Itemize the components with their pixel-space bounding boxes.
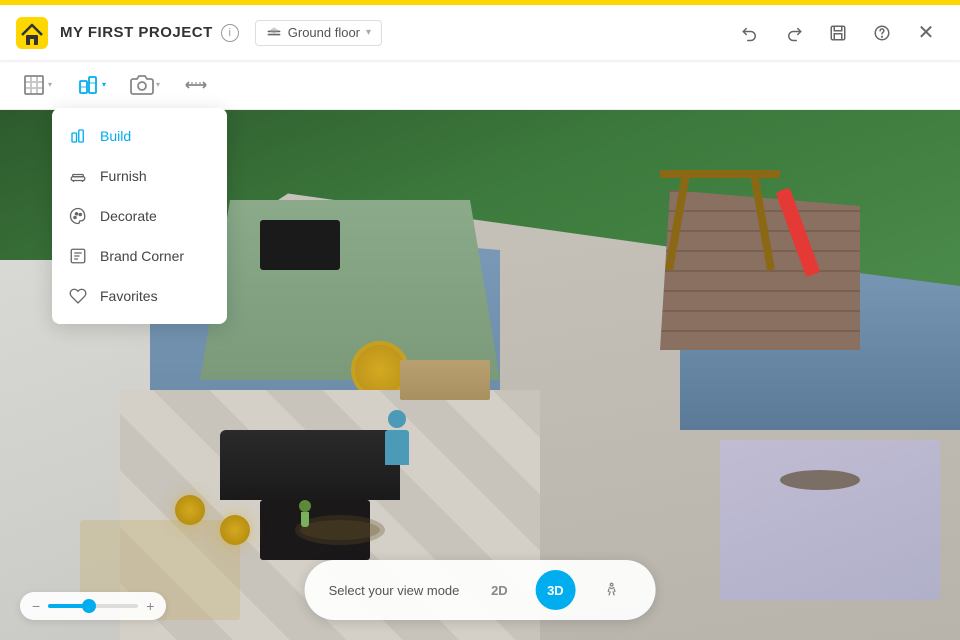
toolbar: ▾ ▾ ▾ (0, 60, 960, 110)
menu-furnish-label: Furnish (100, 168, 147, 184)
floor-selector[interactable]: Ground floor ▾ (255, 20, 382, 46)
toolbar-camera[interactable]: ▾ (120, 67, 170, 103)
build-icon (68, 126, 88, 146)
favorites-icon (68, 286, 88, 306)
floorplan-chevron: ▾ (48, 80, 52, 89)
sofa (220, 430, 400, 500)
menu-favorites-label: Favorites (100, 288, 158, 304)
zoom-out-icon[interactable]: − (32, 598, 40, 614)
back-wall-center (200, 200, 500, 380)
app-logo (16, 17, 48, 49)
menu-item-furnish[interactable]: Furnish (52, 156, 227, 196)
tv-screen (260, 220, 340, 270)
zoom-in-icon[interactable]: + (146, 598, 154, 614)
view-mode-bar: Select your view mode 2D 3D (305, 560, 656, 620)
build-chevron: ▾ (102, 80, 106, 89)
view-walk-button[interactable] (591, 570, 631, 610)
header: MY FIRST PROJECT i Ground floor ▾ (0, 5, 960, 60)
pendant-light-1 (175, 495, 205, 525)
menu-item-decorate[interactable]: Decorate (52, 196, 227, 236)
view-mode-label: Select your view mode (329, 583, 460, 598)
menu-build-label: Build (100, 128, 131, 144)
furnish-icon (68, 166, 88, 186)
zoom-track (48, 604, 84, 608)
dresser (400, 360, 490, 400)
help-button[interactable] (864, 15, 900, 51)
menu-item-favorites[interactable]: Favorites (52, 276, 227, 316)
info-button[interactable]: i (221, 24, 239, 42)
playground (660, 170, 780, 300)
bedroom-fan (780, 470, 860, 490)
undo-button[interactable] (732, 15, 768, 51)
top-accent-bar (0, 0, 960, 5)
dropdown-menu: Build Furnish Decorate (52, 108, 227, 324)
redo-button[interactable] (776, 15, 812, 51)
decorate-icon (68, 206, 88, 226)
save-button[interactable] (820, 15, 856, 51)
menu-item-build[interactable]: Build (52, 116, 227, 156)
person (385, 410, 409, 465)
toolbar-build[interactable]: ▾ (66, 67, 116, 103)
menu-decorate-label: Decorate (100, 208, 157, 224)
menu-item-brand-corner[interactable]: Brand Corner (52, 236, 227, 276)
project-title: MY FIRST PROJECT (60, 24, 213, 41)
toolbar-floorplan[interactable]: ▾ (12, 67, 62, 103)
floor-label: Ground floor (288, 25, 360, 40)
view-2d-button[interactable]: 2D (479, 570, 519, 610)
plant (295, 500, 315, 525)
header-actions: ✕ (732, 15, 944, 51)
zoom-slider[interactable] (48, 604, 138, 608)
pendant-light-2 (220, 515, 250, 545)
chevron-down-icon: ▾ (366, 27, 371, 38)
close-button[interactable]: ✕ (908, 15, 944, 51)
zoom-controls: − + (20, 592, 166, 620)
view-3d-button[interactable]: 3D (535, 570, 575, 610)
mirror (355, 345, 405, 395)
brand-icon (68, 246, 88, 266)
menu-brand-label: Brand Corner (100, 248, 184, 264)
zoom-thumb[interactable] (82, 599, 96, 613)
toolbar-measure[interactable] (174, 67, 218, 103)
camera-chevron: ▾ (156, 80, 160, 89)
bedroom (720, 440, 940, 600)
